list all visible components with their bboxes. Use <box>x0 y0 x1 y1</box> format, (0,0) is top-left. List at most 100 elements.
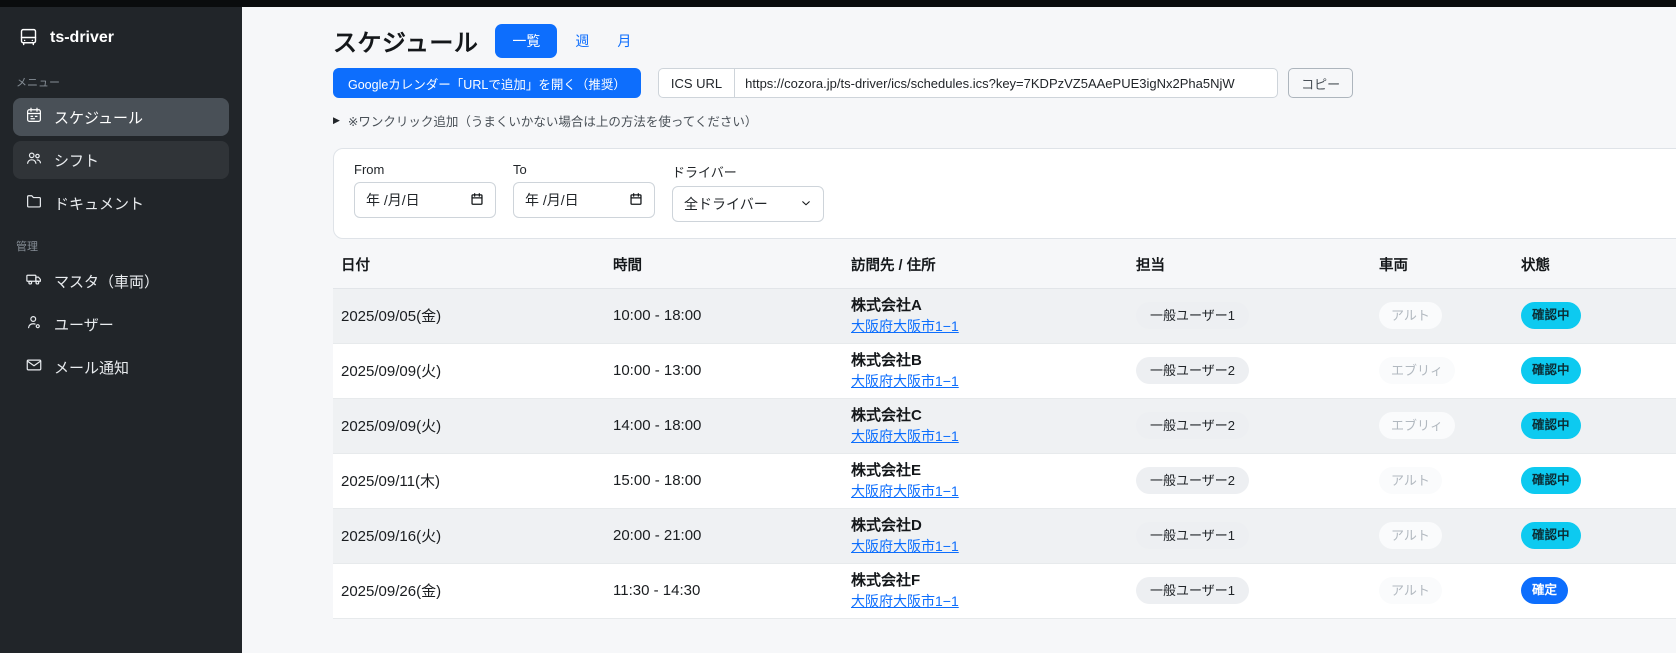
main-content: スケジュール 一覧 週 月 Googleカレンダー「URLで追加」を開く（推奨）… <box>242 7 1676 653</box>
assignee-pill: 一般ユーザー1 <box>1136 522 1249 549</box>
address-link[interactable]: 大阪府大阪市1−1 <box>851 426 959 446</box>
vehicle-pill: アルト <box>1379 302 1442 329</box>
sidebar-item-label: スケジュール <box>54 109 143 127</box>
sidebar: ts-driver メニュー スケジュール シフト ドキュメント 管理 マスタ（… <box>0 7 242 653</box>
status-badge: 確認中 <box>1521 302 1581 329</box>
company-name: 株式会社B <box>851 351 922 369</box>
sidebar-item-label: ユーザー <box>54 316 114 334</box>
top-black-strip <box>0 0 1676 7</box>
address-link[interactable]: 大阪府大阪市1−1 <box>851 536 959 556</box>
sidebar-item-master-vehicle[interactable]: マスタ（車両） <box>13 262 229 300</box>
col-header-time: 時間 <box>605 241 843 289</box>
table-row: 2025/09/05(金) 10:00 - 18:00 株式会社A 大阪府大阪市… <box>333 288 1676 344</box>
schedule-time: 10:00 - 13:00 <box>613 361 702 379</box>
schedule-table-body: 2025/09/05(金) 10:00 - 18:00 株式会社A 大阪府大阪市… <box>333 288 1676 619</box>
vehicle-pill: エブリィ <box>1379 412 1456 439</box>
sidebar-item-label: ドキュメント <box>54 195 145 213</box>
address-link[interactable]: 大阪府大阪市1−1 <box>851 371 959 391</box>
sidebar-item-shift[interactable]: シフト <box>13 141 229 179</box>
company-name: 株式会社C <box>851 406 922 424</box>
assignee-pill: 一般ユーザー1 <box>1136 577 1249 604</box>
assignee-pill: 一般ユーザー1 <box>1136 302 1249 329</box>
oneclick-note: ※ワンクリック追加（うまくいかない場合は上の方法を使ってください） <box>347 115 758 129</box>
app-logo: ts-driver <box>13 19 229 54</box>
schedule-time: 14:00 - 18:00 <box>613 416 702 434</box>
sidebar-item-schedule[interactable]: スケジュール <box>13 98 229 136</box>
sidebar-group-menu-label: メニュー <box>16 77 60 89</box>
schedule-date: 2025/09/05(金) <box>341 308 442 325</box>
sidebar-item-label: メール通知 <box>54 359 130 377</box>
copy-button[interactable]: コピー <box>1288 68 1354 98</box>
schedule-date: 2025/09/26(金) <box>341 583 442 600</box>
vehicle-pill: アルト <box>1379 522 1442 549</box>
col-header-date: 日付 <box>333 241 605 289</box>
page-title: スケジュール <box>333 30 479 57</box>
sidebar-item-documents[interactable]: ドキュメント <box>13 184 229 222</box>
from-label: From <box>354 162 385 177</box>
address-link[interactable]: 大阪府大阪市1−1 <box>851 316 959 336</box>
user-icon <box>25 313 43 335</box>
vehicle-pill: エブリィ <box>1379 357 1456 384</box>
address-link[interactable]: 大阪府大阪市1−1 <box>851 591 959 611</box>
google-calendar-add-button[interactable]: Googleカレンダー「URLで追加」を開く（推奨） <box>333 68 641 98</box>
folder-icon <box>25 192 43 214</box>
status-badge: 確認中 <box>1521 412 1581 439</box>
truck-icon <box>25 270 43 292</box>
users-icon <box>25 149 43 171</box>
schedule-date: 2025/09/11(木) <box>341 473 440 490</box>
vehicle-pill: アルト <box>1379 577 1442 604</box>
chevron-down-icon <box>792 196 812 212</box>
schedule-date: 2025/09/09(火) <box>341 363 442 380</box>
table-row: 2025/09/16(火) 20:00 - 21:00 株式会社D 大阪府大阪市… <box>333 508 1676 564</box>
schedule-date: 2025/09/09(火) <box>341 418 442 435</box>
sidebar-item-mail-notify[interactable]: メール通知 <box>13 348 229 386</box>
filter-card: From 年 /月/日 To 年 /月/日 ドライバー 全ドライバー <box>333 148 1676 239</box>
mail-icon <box>25 356 43 378</box>
ics-url-label: ICS URL <box>657 68 735 98</box>
tab-list[interactable]: 一覧 <box>495 23 558 58</box>
tab-month[interactable]: 月 <box>607 25 641 57</box>
col-header-destination: 訪問先 / 住所 <box>843 241 1128 289</box>
schedule-time: 10:00 - 18:00 <box>613 306 702 324</box>
calendar-icon <box>25 106 43 128</box>
schedule-table: 日付 時間 訪問先 / 住所 担当 車両 状態 2025/09/05(金) 10… <box>333 241 1676 619</box>
schedule-time: 20:00 - 21:00 <box>613 526 702 544</box>
col-header-vehicle: 車両 <box>1371 241 1513 289</box>
driver-select[interactable]: 全ドライバー <box>672 186 824 222</box>
sidebar-item-label: マスタ（車両） <box>54 273 160 291</box>
sidebar-item-label: シフト <box>54 152 100 170</box>
company-name: 株式会社F <box>851 571 921 589</box>
calendar-picker-icon[interactable] <box>462 192 484 209</box>
company-name: 株式会社D <box>851 516 922 534</box>
col-header-assignee: 担当 <box>1128 241 1371 289</box>
ics-url-group: ICS URL https://cozora.jp/ts-driver/ics/… <box>657 68 1279 98</box>
table-header-row: 日付 時間 訪問先 / 住所 担当 車両 状態 <box>333 241 1676 289</box>
assignee-pill: 一般ユーザー2 <box>1136 467 1249 494</box>
disclosure-triangle-icon: ▶ <box>333 115 340 125</box>
vehicle-pill: アルト <box>1379 467 1442 494</box>
to-label: To <box>513 162 527 177</box>
sidebar-group-admin-label: 管理 <box>16 241 38 253</box>
calendar-picker-icon[interactable] <box>621 192 643 209</box>
table-row: 2025/09/11(木) 15:00 - 18:00 株式会社E 大阪府大阪市… <box>333 453 1676 509</box>
oneclick-disclosure[interactable]: ▶ ※ワンクリック追加（うまくいかない場合は上の方法を使ってください） <box>333 111 1676 130</box>
status-badge: 確認中 <box>1521 357 1581 384</box>
address-link[interactable]: 大阪府大阪市1−1 <box>851 481 959 501</box>
driver-label: ドライバー <box>672 165 737 180</box>
company-name: 株式会社E <box>851 461 922 479</box>
to-date-input[interactable]: 年 /月/日 <box>513 182 655 218</box>
bus-icon <box>18 27 39 48</box>
app-title: ts-driver <box>50 28 115 46</box>
from-date-input[interactable]: 年 /月/日 <box>354 182 496 218</box>
schedule-time: 15:00 - 18:00 <box>613 471 702 489</box>
ics-url-input[interactable]: https://cozora.jp/ts-driver/ics/schedule… <box>734 68 1279 98</box>
assignee-pill: 一般ユーザー2 <box>1136 357 1249 384</box>
tab-week[interactable]: 週 <box>565 25 599 57</box>
table-row: 2025/09/09(火) 14:00 - 18:00 株式会社C 大阪府大阪市… <box>333 398 1676 454</box>
status-badge: 確認中 <box>1521 522 1581 549</box>
status-badge: 確認中 <box>1521 467 1581 494</box>
status-badge: 確定 <box>1521 577 1569 604</box>
sidebar-item-users[interactable]: ユーザー <box>13 305 229 343</box>
table-row: 2025/09/09(火) 10:00 - 13:00 株式会社B 大阪府大阪市… <box>333 343 1676 399</box>
assignee-pill: 一般ユーザー2 <box>1136 412 1249 439</box>
